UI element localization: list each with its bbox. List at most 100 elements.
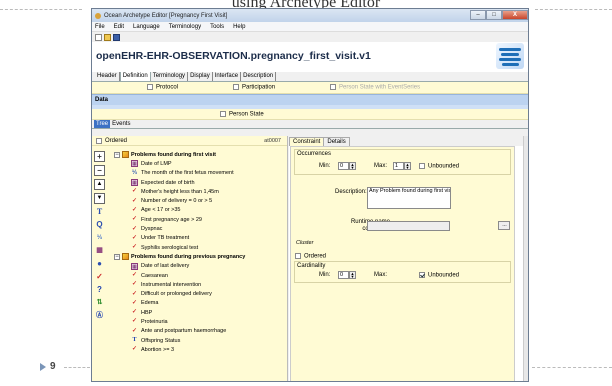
collapse-icon[interactable]: − (114, 253, 120, 260)
participation-checkbox[interactable]: Participation (233, 84, 275, 91)
cluster-icon (122, 253, 129, 261)
tree-node[interactable]: ✓ Difficult or prolonged delivery (114, 289, 287, 298)
toolbar (92, 32, 528, 42)
tree-node[interactable]: ✓ First pregnancy age > 29 (114, 215, 287, 224)
tab-terminology[interactable]: Terminology (151, 72, 189, 81)
tree-node[interactable]: ✓ Under TB treatment (114, 234, 287, 243)
tab-description[interactable]: Description (241, 72, 277, 81)
tree-node-label: Caesarean (141, 272, 168, 279)
definition-tree-pane: Ordered at0007 + − ▲ ▼ T Q ⅓ ▦ ● ✓ ? ⇅ Ⓐ… (92, 136, 288, 381)
min-input[interactable]: 0 (338, 162, 349, 170)
boolean-element-icon[interactable]: ✓ (94, 272, 105, 282)
cardinality-max-label: Max: (374, 272, 388, 278)
menu-language[interactable]: Language (133, 24, 160, 30)
text-element-icon[interactable]: T (94, 207, 105, 217)
boolean-icon: ✓ (131, 346, 138, 353)
tree-node[interactable]: ▦ Date of LMP (114, 159, 287, 168)
minimize-button[interactable]: – (470, 10, 486, 20)
tab-events[interactable]: Events (110, 120, 132, 128)
tree-node[interactable]: ✓ Abortion >= 3 (114, 345, 287, 354)
tab-header[interactable]: Header (95, 72, 120, 81)
maximize-button[interactable]: □ (486, 10, 502, 20)
tree-node-cluster[interactable]: − Problems found during previous pregnanc… (114, 252, 287, 261)
tree-node-label: Date of last delivery (141, 263, 190, 270)
data-section-header: Data (92, 94, 528, 105)
runtime-name-input[interactable] (367, 221, 450, 231)
tree-node[interactable]: ▦ Expected date of birth (114, 178, 287, 187)
duration-element-icon[interactable]: ⅓ (94, 233, 105, 243)
menu-edit[interactable]: Edit (114, 24, 124, 30)
slide-bullet-icon (40, 363, 46, 371)
occurrences-label: Occurrences (297, 151, 332, 157)
close-button[interactable]: X (502, 10, 528, 20)
add-icon[interactable]: + (94, 151, 105, 162)
cardinality-min-input[interactable]: 0 (338, 271, 349, 279)
tree-node-label: Under TB treatment (141, 235, 190, 242)
tab-constraint[interactable]: Constraint (289, 137, 325, 146)
collapse-icon[interactable]: − (114, 151, 120, 158)
tab-tree[interactable]: Tree (94, 120, 111, 128)
tree-node[interactable]: ✓ Caesarean (114, 271, 287, 280)
quantity-element-icon[interactable]: Q (94, 220, 105, 230)
menu-help[interactable]: Help (233, 24, 245, 30)
slide-footer-divider-right (532, 367, 612, 368)
vertical-scrollbar[interactable] (523, 136, 528, 381)
tree-node-label: HBP (141, 309, 153, 316)
tree-node[interactable]: ✓ Proteinuria (114, 317, 287, 326)
any-element-icon[interactable]: ? (94, 285, 105, 295)
cluster-ordered-checkbox[interactable]: Ordered (295, 253, 326, 260)
move-down-icon[interactable]: ▼ (94, 193, 105, 204)
remove-icon[interactable]: − (94, 165, 105, 176)
state-events-label: Person State with EventSeries (339, 84, 421, 91)
tree-node[interactable]: ✓ Number of delivery = 0 or > 5 (114, 196, 287, 205)
cardinality-label: Cardinality (297, 263, 326, 269)
tree-node[interactable]: ✓ Mother's height less than 1,45m (114, 187, 287, 196)
protocol-checkbox[interactable]: Protocol (147, 84, 178, 91)
max-stepper[interactable]: ▲ ▼ (404, 162, 411, 170)
tree-node[interactable]: ✓ Ante and postpartum haemorrhage (114, 327, 287, 336)
cardinality-unbounded-checkbox[interactable]: Unbounded (419, 272, 459, 279)
open-folder-icon[interactable] (104, 33, 111, 41)
date-icon: ▦ (131, 179, 138, 187)
min-stepper[interactable]: ▲ ▼ (349, 162, 356, 170)
tab-definition[interactable]: Definition (119, 71, 151, 81)
cardinality-group: Cardinality Min: 0 ▲ ▼ Max: Unbounded (294, 261, 511, 283)
tree-node-cluster[interactable]: − Problems found during first visit (114, 150, 287, 159)
description-textarea[interactable]: Any Problem found during first visit (367, 187, 451, 209)
app-icon (95, 12, 101, 19)
tree-node[interactable]: ✓ Instrumental intervention (114, 280, 287, 289)
ordered-label: Ordered (105, 137, 128, 144)
tab-display[interactable]: Display (188, 72, 213, 81)
slot-element-icon[interactable]: Ⓐ (94, 311, 105, 321)
tree-node[interactable]: ✓ Age < 17 or >35 (114, 206, 287, 215)
save-icon[interactable] (113, 33, 120, 41)
ordered-row: Ordered at0007 (92, 136, 287, 146)
tree-node[interactable]: ✓ Syphilis serological test (114, 243, 287, 252)
tree-node[interactable]: ✓ HBP (114, 308, 287, 317)
runtime-browse-button[interactable]: ... (498, 221, 510, 230)
tree-node-label: Age < 17 or >35 (141, 207, 181, 214)
tree-node[interactable]: ✓ Edema (114, 299, 287, 308)
new-file-icon[interactable] (95, 33, 102, 41)
menu-terminology[interactable]: Terminology (169, 24, 201, 30)
move-up-icon[interactable]: ▲ (94, 179, 105, 190)
person-state-checkbox[interactable]: Person State (220, 110, 264, 117)
interval-element-icon[interactable]: ⇅ (94, 298, 105, 308)
tree-node[interactable]: ✓ Dyspnac (114, 224, 287, 233)
menu-file[interactable]: File (95, 24, 105, 30)
date-element-icon[interactable]: ▦ (94, 246, 105, 256)
unbounded-checkbox[interactable]: Unbounded (419, 163, 459, 170)
tree-node-label: Offspring Status (141, 337, 181, 344)
boolean-icon: ✓ (131, 197, 138, 204)
tree-node[interactable]: ⅓ The month of the first fetus movement (114, 169, 287, 178)
cardinality-min-stepper[interactable]: ▲ ▼ (349, 271, 356, 279)
tree-node[interactable]: ▦ Date of last delivery (114, 262, 287, 271)
state-events-checkbox[interactable]: Person State with EventSeries (330, 84, 420, 91)
max-input[interactable]: 1 (393, 162, 404, 170)
tab-interface[interactable]: Interface (213, 72, 242, 81)
tree-node[interactable]: T Offspring Status (114, 336, 287, 345)
ordered-checkbox[interactable] (96, 137, 102, 144)
ordinal-element-icon[interactable]: ● (94, 259, 105, 269)
tab-details[interactable]: Details (323, 137, 350, 146)
menu-tools[interactable]: Tools (210, 24, 224, 30)
